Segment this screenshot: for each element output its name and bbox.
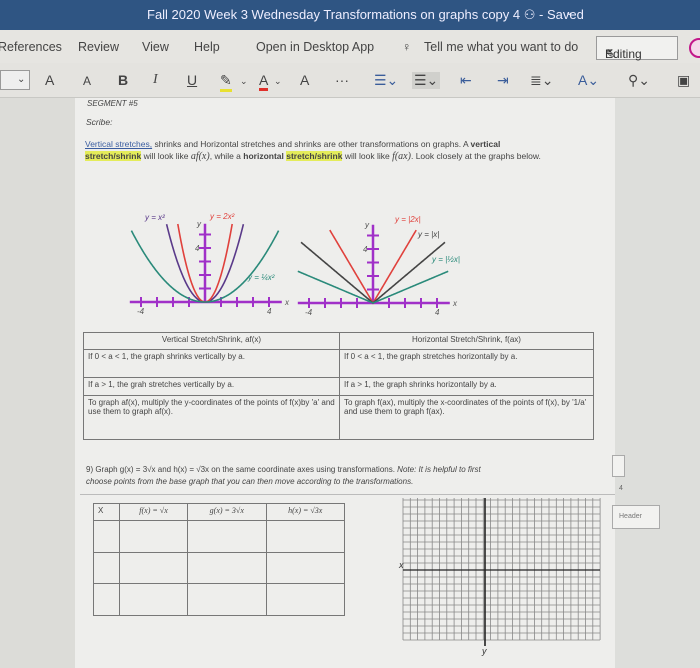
header-label[interactable]: Header bbox=[612, 505, 660, 529]
scribe-label: Scribe: bbox=[86, 117, 113, 127]
table-cell[interactable] bbox=[92, 583, 121, 616]
example-graphs: -4 4 4 x y y = x² y = 2x² y = ¼x² -4 4 4 x y y = |2x… bbox=[129, 212, 460, 317]
title-bar: Fall 2020 Week 3 Wednesday Transformatio… bbox=[0, 0, 700, 30]
tab-view[interactable]: View bbox=[142, 40, 169, 54]
curve-label: y = |x| bbox=[417, 230, 439, 239]
tab-help[interactable]: Help bbox=[194, 40, 220, 54]
divider bbox=[80, 494, 615, 495]
increase-indent-icon[interactable]: ⇥ bbox=[497, 72, 509, 89]
table-cell[interactable] bbox=[92, 551, 121, 585]
question-9: 9) Graph g(x) = 3√x and h(x) = √3x on th… bbox=[86, 465, 481, 486]
decrease-indent-icon[interactable]: ⇤ bbox=[460, 72, 472, 89]
clear-format-button[interactable]: A bbox=[300, 72, 309, 88]
table-cell[interactable] bbox=[119, 551, 189, 585]
table-cell[interactable] bbox=[265, 583, 345, 616]
avatar[interactable] bbox=[689, 38, 700, 58]
document-title[interactable]: Fall 2020 Week 3 Wednesday Transformatio… bbox=[147, 7, 584, 23]
graph-absolute: -4 4 4 x y y = |2x| y = |x| y = |½x| bbox=[297, 215, 460, 317]
table-cell[interactable] bbox=[119, 520, 189, 553]
editing-mode-button[interactable]: ✎ Editing ⌄ bbox=[596, 36, 678, 61]
col-header: f(x) = √x bbox=[119, 503, 189, 521]
axis-label: x bbox=[284, 298, 290, 307]
tick-label: 4 bbox=[435, 308, 440, 317]
col-header: h(x) = √3x bbox=[265, 503, 345, 521]
styles-icon[interactable]: A⌄ bbox=[578, 72, 599, 89]
table-cell[interactable] bbox=[119, 583, 189, 616]
lightbulb-icon: ♀ bbox=[402, 40, 412, 54]
curve-label: y = x² bbox=[144, 213, 165, 222]
tick-label: -4 bbox=[305, 308, 313, 317]
blank-coordinate-grid: x y bbox=[398, 498, 601, 656]
col-header: X bbox=[92, 503, 121, 521]
segment-label: SEGMENT #5 bbox=[87, 99, 138, 108]
tick-label: 4 bbox=[267, 307, 272, 316]
rules-table: Vertical Stretch/Shrink, af(x) Horizontal… bbox=[83, 332, 594, 440]
table-cell[interactable] bbox=[187, 551, 267, 585]
axis-label: y bbox=[196, 219, 202, 228]
table-cell[interactable] bbox=[265, 551, 345, 585]
highlight-icon[interactable]: ✎ bbox=[220, 72, 232, 92]
axis-label: y bbox=[364, 220, 370, 229]
italic-button[interactable]: I bbox=[153, 72, 158, 88]
bullets-icon[interactable]: ☰⌄ bbox=[374, 72, 398, 89]
right-margin: 4 Header bbox=[612, 98, 700, 668]
tab-references[interactable]: References bbox=[0, 40, 62, 54]
formatting-toolbar: ⌄ A A B I U ✎ ⌄ A ⌄ A ··· ☰⌄ ☰⌄ ⇤ ⇥ ≣⌄ A… bbox=[0, 63, 700, 98]
grow-font-button[interactable]: A bbox=[45, 72, 54, 88]
table-cell[interactable] bbox=[187, 520, 267, 553]
table-cell[interactable] bbox=[265, 520, 345, 553]
numbering-icon[interactable]: ☰⌄ bbox=[412, 72, 441, 89]
intro-paragraph: Vertical stretches, shrinks and Horizont… bbox=[85, 139, 541, 162]
search-icon[interactable]: ⚲⌄ bbox=[628, 72, 650, 89]
tell-me-search[interactable]: Tell me what you want to do bbox=[424, 40, 578, 54]
rules-cell: If a > 1, the grah stretches vertically … bbox=[83, 377, 340, 396]
curve-label: y = |2x| bbox=[394, 215, 421, 224]
chevron-down-icon[interactable]: ⌄ bbox=[240, 76, 248, 87]
y-axis-label: y bbox=[481, 646, 487, 656]
rules-header: Horizontal Stretch/Shrink, f(ax) bbox=[339, 332, 594, 350]
tick-label: 4 bbox=[195, 244, 200, 253]
font-size-dropdown[interactable]: ⌄ bbox=[0, 70, 30, 90]
ribbon-tabs: References Review View Help Open in Desk… bbox=[0, 30, 700, 63]
curve-label: y = ¼x² bbox=[247, 273, 275, 282]
tick-label: -4 bbox=[137, 307, 145, 316]
view-icon[interactable]: ▣ bbox=[677, 72, 690, 89]
rules-cell: To graph af(x), multiply the y-coordinat… bbox=[83, 395, 340, 440]
shrink-font-button[interactable]: A bbox=[83, 74, 91, 88]
rules-header: Vertical Stretch/Shrink, af(x) bbox=[83, 332, 340, 350]
more-button[interactable]: ··· bbox=[335, 72, 349, 88]
col-header: g(x) = 3√x bbox=[187, 503, 267, 521]
rules-cell: If 0 < a < 1, the graph shrinks vertical… bbox=[83, 349, 340, 378]
shared-icon: ⚇ bbox=[523, 7, 536, 22]
page-number: 4 bbox=[619, 485, 623, 492]
align-icon[interactable]: ≣⌄ bbox=[530, 72, 553, 89]
font-color-button[interactable]: A bbox=[259, 72, 269, 91]
table-cell[interactable] bbox=[92, 520, 121, 553]
points-table: Xf(x) = √x g(x) = 3√x h(x) = √3x bbox=[92, 503, 345, 616]
graph-quadratic: -4 4 4 x y y = x² y = 2x² y = ¼x² bbox=[129, 212, 290, 316]
open-desktop-app[interactable]: Open in Desktop App bbox=[256, 40, 374, 54]
table-cell[interactable] bbox=[187, 583, 267, 616]
chevron-down-icon[interactable]: ⌄ bbox=[565, 7, 573, 18]
x-axis-label: x bbox=[398, 560, 404, 570]
rules-cell: If 0 < a < 1, the graph stretches horizo… bbox=[339, 349, 594, 378]
chevron-down-icon[interactable]: ⌄ bbox=[274, 76, 282, 87]
axis-label: x bbox=[452, 299, 458, 308]
rules-cell: If a > 1, the graph shrinks horizontally… bbox=[339, 377, 594, 396]
tab-review[interactable]: Review bbox=[78, 40, 119, 54]
rules-cell: To graph f(ax), multiply the x-coordinat… bbox=[339, 395, 594, 440]
link[interactable]: Vertical stretches, bbox=[85, 139, 152, 149]
underline-button[interactable]: U bbox=[187, 72, 197, 88]
curve-label: y = 2x² bbox=[209, 212, 235, 221]
bold-button[interactable]: B bbox=[118, 72, 128, 88]
curve-label: y = |½x| bbox=[431, 255, 460, 264]
tick-label: 4 bbox=[363, 245, 368, 254]
